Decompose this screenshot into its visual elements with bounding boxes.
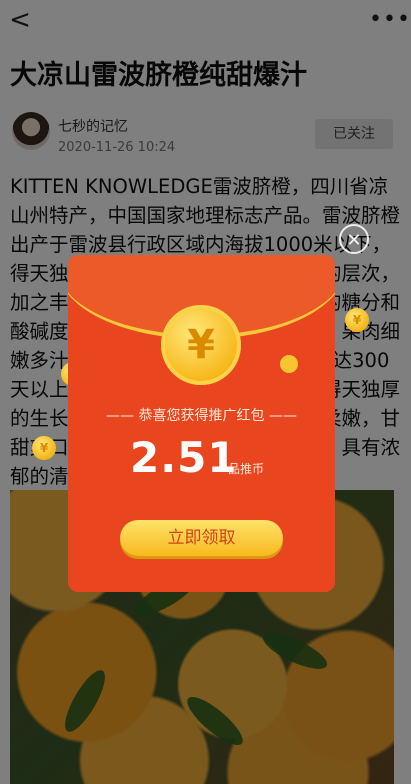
floating-coin-icon: ¥: [345, 308, 369, 332]
floating-coin-icon: ¥: [32, 436, 56, 460]
claim-button[interactable]: 立即领取: [120, 520, 283, 556]
close-icon[interactable]: ✕: [339, 224, 369, 254]
red-packet-subtitle: —— 恭喜您获得推广红包 ——: [106, 408, 297, 424]
red-packet-amount: 2.51: [130, 433, 238, 482]
modal-overlay[interactable]: ✕ ¥ ¥ ¥ ¥ —— 恭喜您获得推广红包 —— 2.51 品推币 立即领取: [0, 0, 411, 784]
red-packet-card: ¥ —— 恭喜您获得推广红包 —— 2.51 品推币 立即领取: [68, 255, 335, 592]
yuan-coin-icon: ¥: [161, 305, 241, 385]
small-coin-icon: [280, 355, 298, 373]
red-packet-subtitle-text: 恭喜您获得推广红包: [138, 408, 265, 424]
red-packet-unit: 品推币: [228, 462, 265, 476]
